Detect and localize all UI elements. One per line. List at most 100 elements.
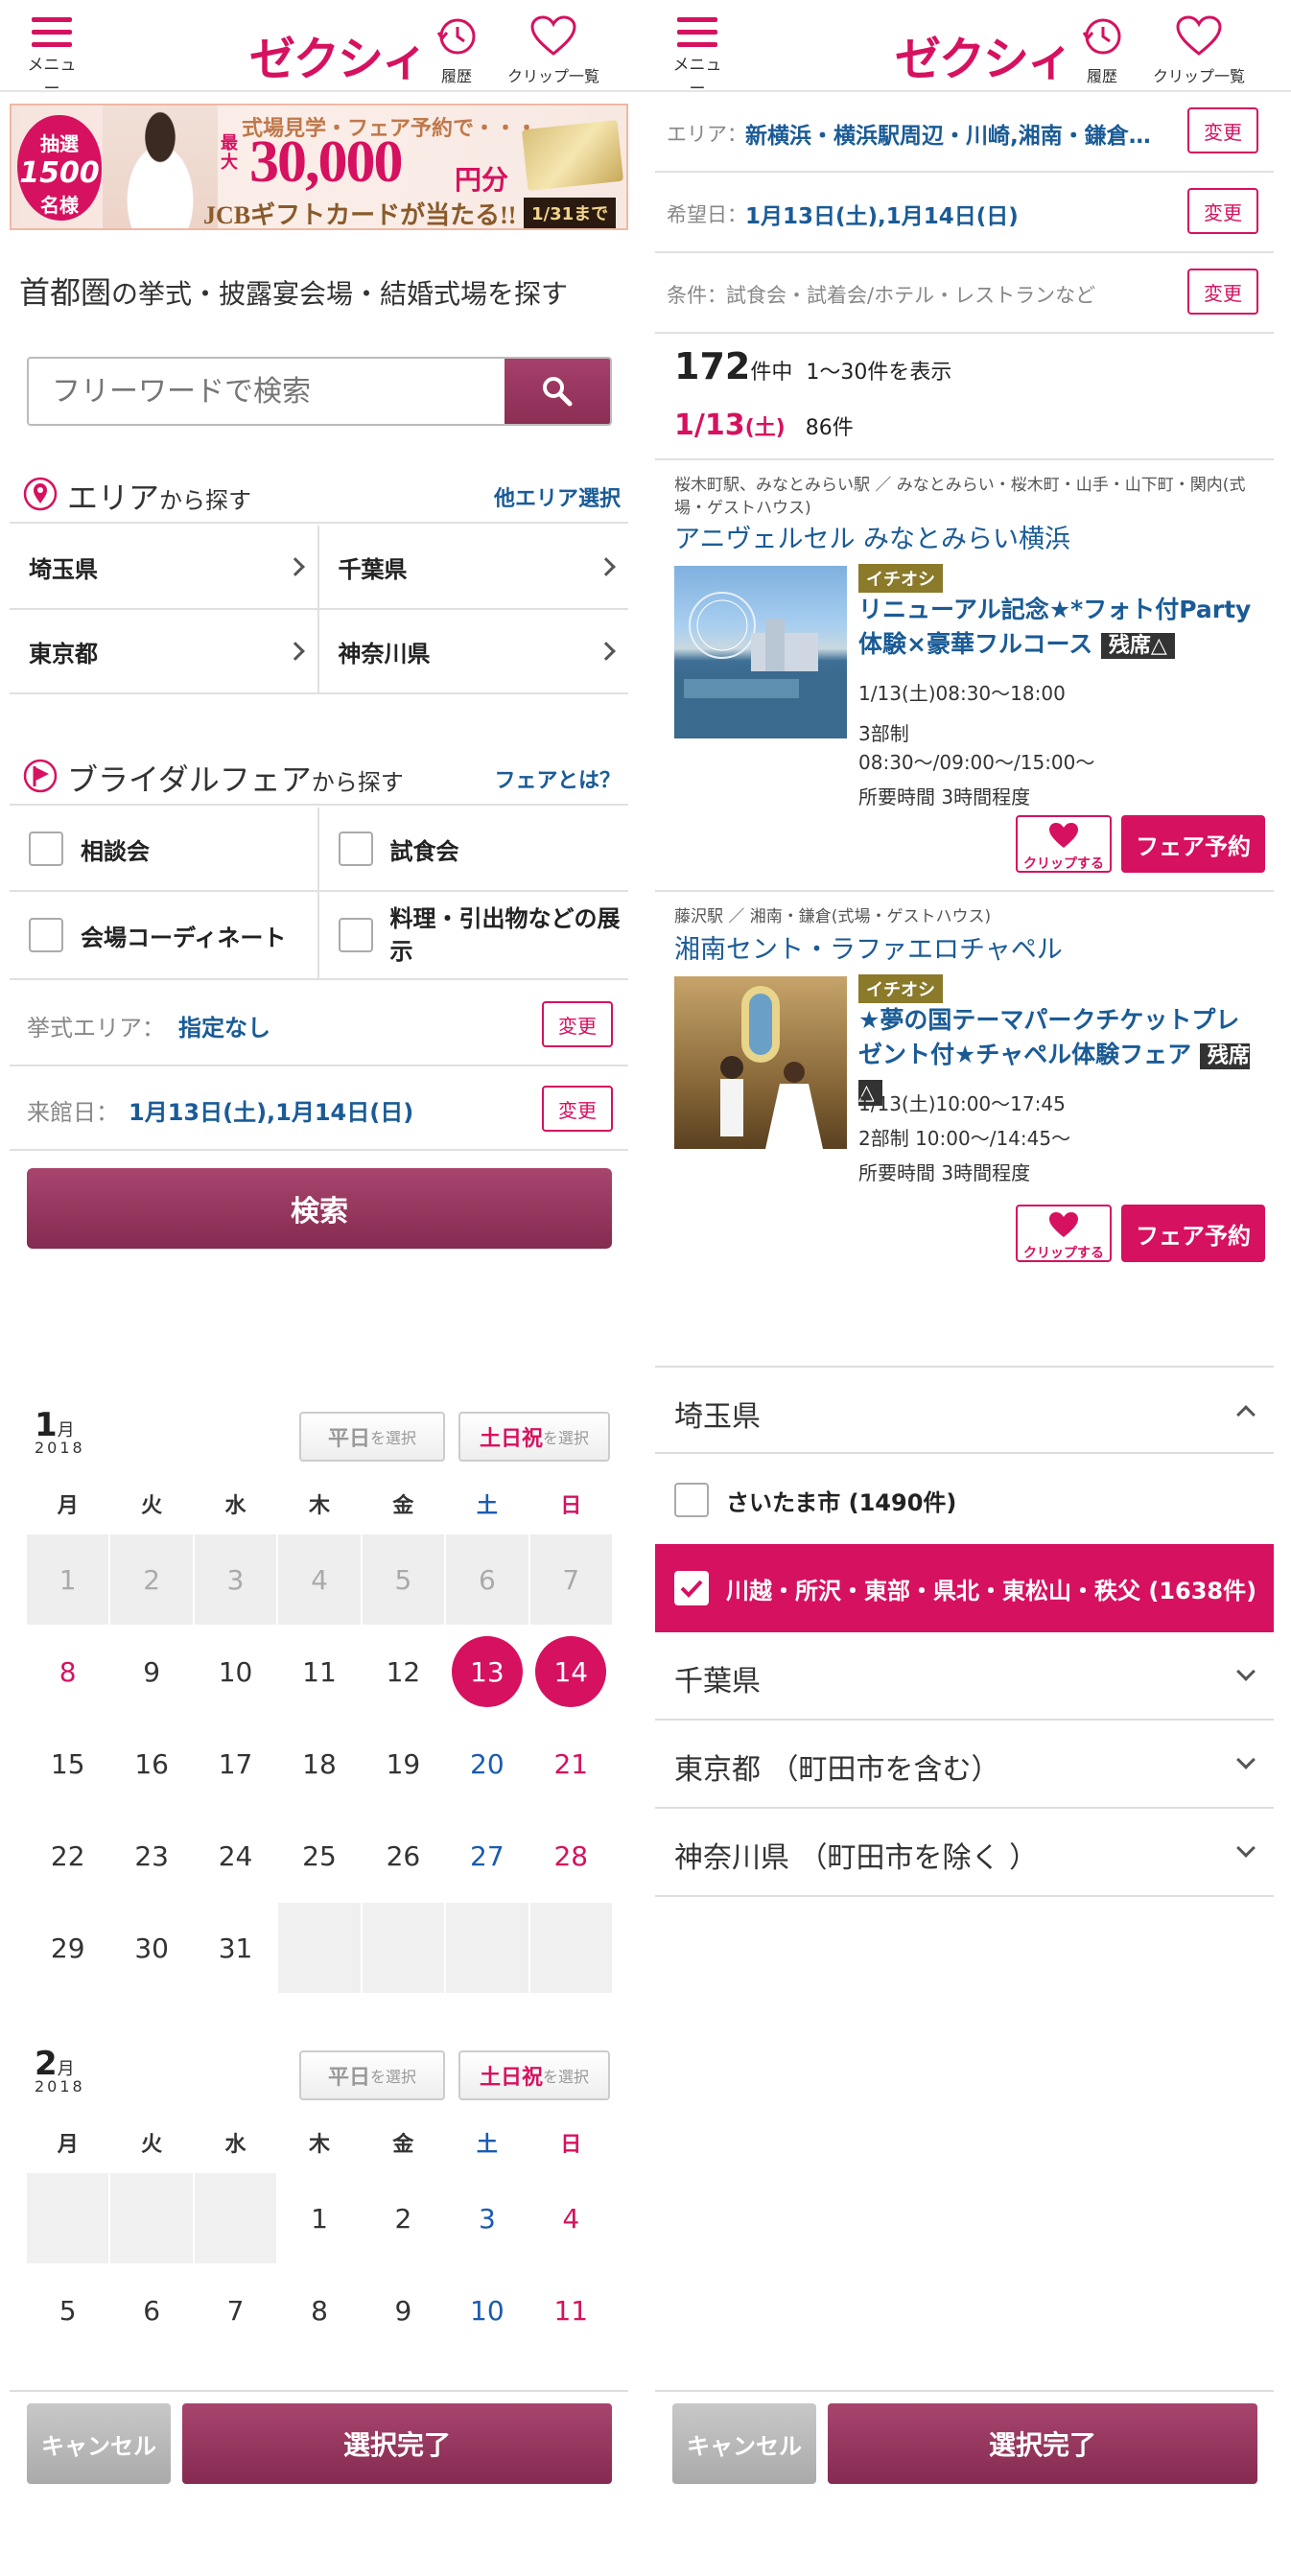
cancel-button[interactable]: キャンセル: [27, 2403, 171, 2484]
confirm-button[interactable]: 選択完了: [828, 2403, 1257, 2484]
calendar-day[interactable]: 4: [278, 1534, 361, 1625]
calendar-day[interactable]: 13: [446, 1627, 528, 1717]
select-weekends-button[interactable]: 土日祝 を選択: [458, 1412, 610, 1462]
fair-type-label: 試食会: [389, 837, 459, 865]
calendar-day[interactable]: 14: [530, 1627, 612, 1717]
select-weekends-button[interactable]: 土日祝 を選択: [458, 2050, 610, 2100]
fair-type-coordinate[interactable]: 会場コーディネート: [10, 892, 319, 980]
calendar-day[interactable]: 18: [278, 1719, 360, 1809]
checkbox[interactable]: [338, 831, 373, 866]
calendar-day[interactable]: 8: [27, 1627, 108, 1717]
calendar-day[interactable]: 7: [529, 1534, 612, 1625]
calendar-day[interactable]: 31: [195, 1903, 276, 1993]
change-condition-button[interactable]: 変更: [1187, 269, 1258, 315]
calendar-day[interactable]: 3: [194, 1534, 277, 1625]
calendar-day[interactable]: 7: [195, 2265, 276, 2355]
clip-button[interactable]: クリップする: [1016, 815, 1112, 873]
calendar-day[interactable]: 1: [27, 1534, 109, 1625]
select-weekdays-button[interactable]: 平日 を選択: [299, 2050, 445, 2100]
confirm-button[interactable]: 選択完了: [182, 2403, 612, 2484]
prefecture-saitama[interactable]: 埼玉県: [10, 526, 319, 610]
clip-list-button[interactable]: クリップ一覧: [1146, 15, 1252, 86]
calendar-day[interactable]: 3: [446, 2173, 528, 2263]
menu-button[interactable]: メニュー: [669, 17, 726, 99]
clip-button[interactable]: クリップする: [1016, 1205, 1112, 1262]
accordion-kanagawa[interactable]: 神奈川県 （町田市を除く ）: [655, 1809, 1274, 1897]
accordion-chiba[interactable]: 千葉県: [655, 1632, 1274, 1721]
chevron-down-icon: [1236, 1662, 1256, 1681]
prefecture-tokyo[interactable]: 東京都: [10, 610, 319, 694]
calendar-day[interactable]: 27: [446, 1811, 528, 1901]
clip-list-button[interactable]: クリップ一覧: [501, 15, 606, 86]
calendar-day[interactable]: 12: [363, 1627, 444, 1717]
fair-title-link[interactable]: リニューアル記念★*フォト付Party体験×豪華フルコース 残席△: [858, 593, 1261, 664]
menu-button[interactable]: メニュー: [23, 17, 81, 99]
checkbox[interactable]: [674, 1483, 709, 1517]
fair-type-exhibit[interactable]: 料理・引出物などの展示: [318, 892, 628, 980]
fair-type-consultation[interactable]: 相談会: [10, 808, 319, 892]
area-option-selected[interactable]: 川越・所沢・東部・県北・東松山・秩父 (1638件): [655, 1544, 1274, 1632]
prefecture-chiba[interactable]: 千葉県: [318, 526, 628, 610]
change-date-button[interactable]: 変更: [542, 1086, 613, 1132]
venue-photo[interactable]: [674, 976, 847, 1149]
change-date-button[interactable]: 変更: [1187, 188, 1258, 234]
calendar-day[interactable]: 20: [446, 1719, 528, 1809]
history-button[interactable]: 履歴: [1073, 15, 1131, 86]
calendar-day[interactable]: 16: [110, 1719, 192, 1809]
calendar-day[interactable]: 30: [110, 1903, 192, 1993]
search-button[interactable]: [505, 359, 610, 424]
logo[interactable]: ゼクシィ: [249, 21, 428, 88]
change-area-button[interactable]: 変更: [1187, 107, 1258, 153]
select-weekdays-button[interactable]: 平日 を選択: [299, 1412, 445, 1462]
calendar-day[interactable]: 11: [530, 2265, 612, 2355]
fair-about-link[interactable]: フェアとは？: [494, 763, 621, 794]
other-area-link[interactable]: 他エリア選択: [494, 481, 621, 512]
calendar-day[interactable]: 9: [363, 2265, 444, 2355]
calendar-day[interactable]: 24: [195, 1811, 276, 1901]
area-option[interactable]: さいたま市 (1490件): [655, 1456, 1274, 1544]
calendar-day[interactable]: 11: [278, 1627, 360, 1717]
calendar-day[interactable]: 4: [530, 2173, 612, 2263]
calendar-day[interactable]: 29: [27, 1903, 108, 1993]
calendar-day[interactable]: 10: [446, 2265, 528, 2355]
fair-reserve-button[interactable]: フェア予約: [1121, 815, 1265, 873]
calendar-day[interactable]: 17: [195, 1719, 276, 1809]
calendar-day[interactable]: 10: [195, 1627, 276, 1717]
venue-name-link[interactable]: 湘南セント・ラファエロチャペル: [674, 928, 1063, 966]
prefecture-kanagawa[interactable]: 神奈川県: [318, 610, 628, 694]
calendar-day[interactable]: 6: [110, 2265, 192, 2355]
logo[interactable]: ゼクシィ: [895, 21, 1073, 88]
calendar-day[interactable]: 5: [362, 1534, 445, 1625]
search-input[interactable]: [29, 359, 508, 424]
calendar-day[interactable]: 9: [110, 1627, 192, 1717]
checkbox-checked[interactable]: [674, 1571, 709, 1605]
calendar-day[interactable]: 5: [27, 2265, 108, 2355]
checkbox[interactable]: [29, 831, 63, 866]
accordion-tokyo[interactable]: 東京都 （町田市を含む）: [655, 1721, 1274, 1809]
calendar-day[interactable]: 2: [110, 1534, 193, 1625]
calendar-day[interactable]: 28: [530, 1811, 612, 1901]
checkbox[interactable]: [338, 918, 373, 952]
fair-type-tasting[interactable]: 試食会: [318, 808, 628, 892]
calendar-day[interactable]: 21: [530, 1719, 612, 1809]
calendar-day[interactable]: 23: [110, 1811, 192, 1901]
fair-reserve-button[interactable]: フェア予約: [1121, 1205, 1265, 1262]
accordion-saitama[interactable]: 埼玉県: [655, 1366, 1274, 1454]
checkbox[interactable]: [29, 918, 63, 952]
cancel-button[interactable]: キャンセル: [672, 2403, 816, 2484]
calendar-day[interactable]: 8: [278, 2265, 360, 2355]
calendar-day[interactable]: 22: [27, 1811, 108, 1901]
calendar-day[interactable]: 25: [278, 1811, 360, 1901]
venue-name-link[interactable]: アニヴェルセル みなとみらい横浜: [674, 518, 1070, 555]
change-area-button[interactable]: 変更: [542, 1001, 613, 1047]
history-button[interactable]: 履歴: [428, 15, 485, 86]
calendar-day[interactable]: 26: [363, 1811, 444, 1901]
calendar-day[interactable]: 6: [446, 1534, 528, 1625]
promo-banner[interactable]: 抽選 1500 名様 式場見学・フェア予約で・・・ 最大 30,000 円分 J…: [10, 104, 628, 230]
submit-search-button[interactable]: 検索: [27, 1168, 612, 1249]
calendar-day[interactable]: 2: [363, 2173, 444, 2263]
calendar-day[interactable]: 1: [278, 2173, 360, 2263]
venue-photo[interactable]: [674, 566, 847, 738]
calendar-day[interactable]: 15: [27, 1719, 108, 1809]
calendar-day[interactable]: 19: [363, 1719, 444, 1809]
